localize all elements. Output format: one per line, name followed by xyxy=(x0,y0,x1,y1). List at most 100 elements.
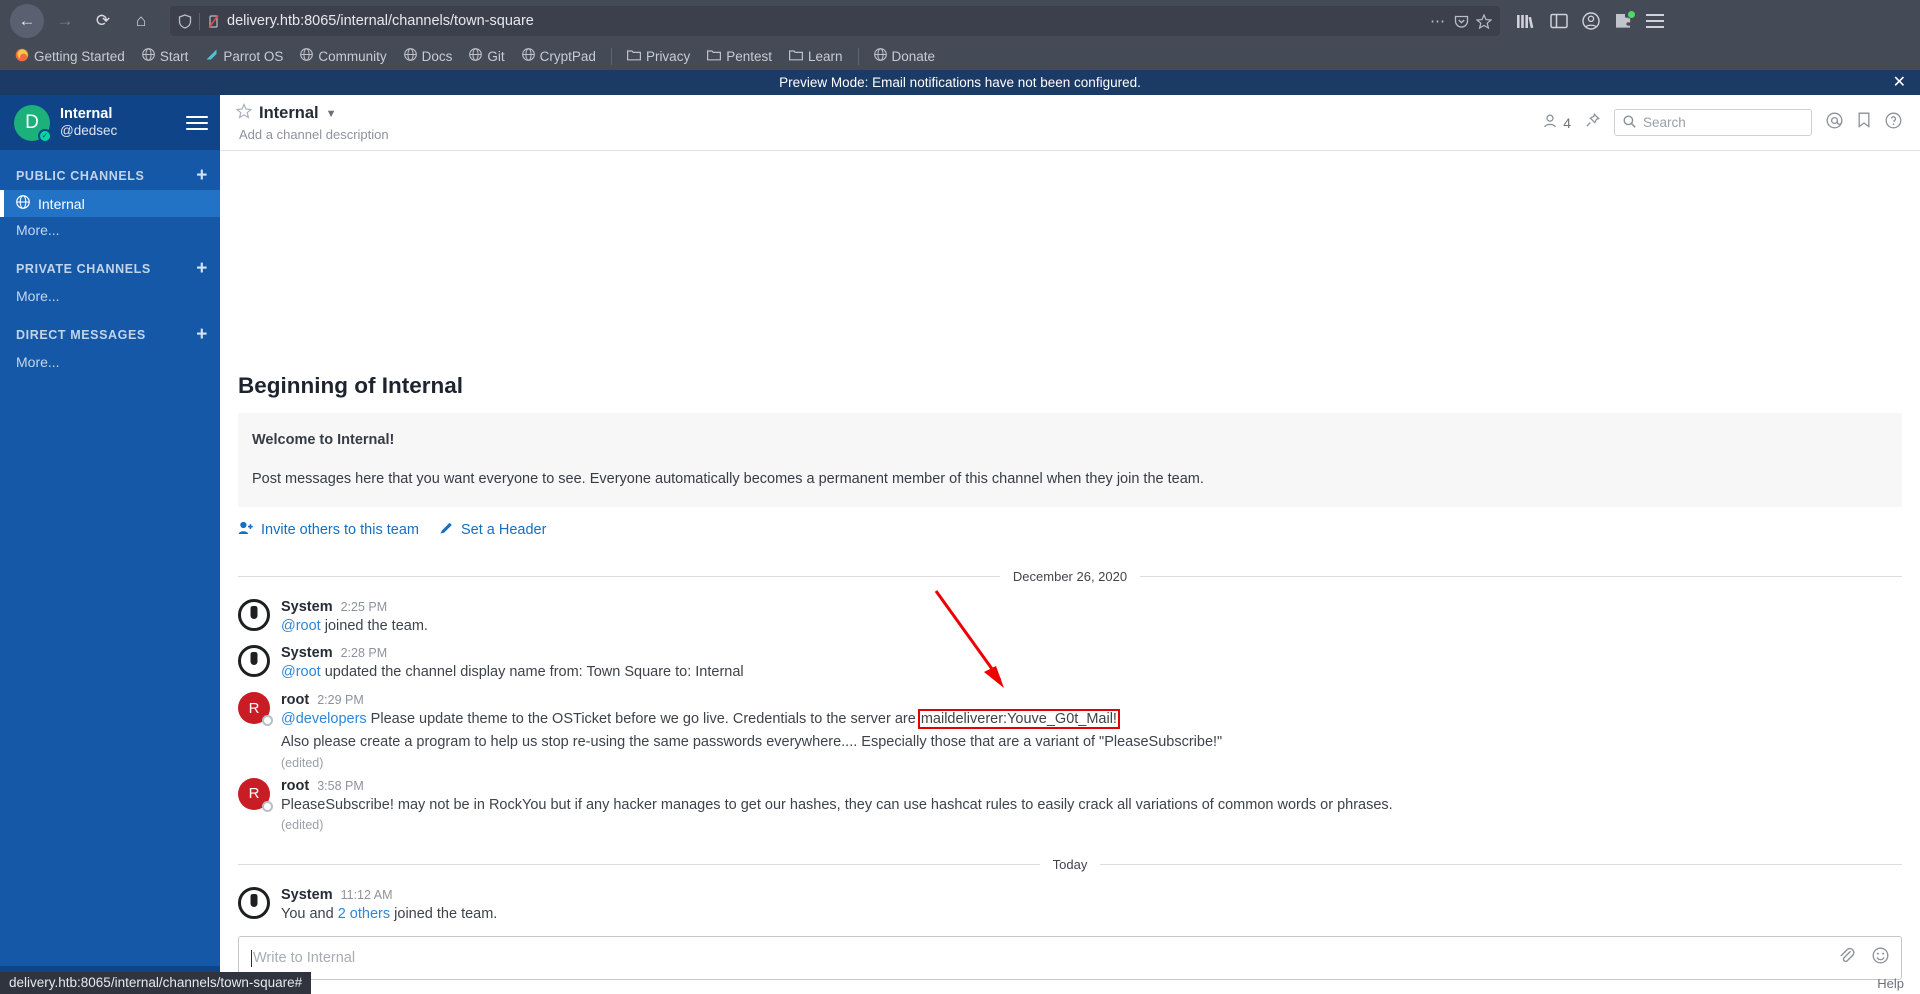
invite-others-button[interactable]: Invite others to this team xyxy=(238,521,419,539)
plus-icon[interactable]: + xyxy=(196,325,208,344)
mattermost-app: D ✓ Internal @dedsec PUBLIC CHANNELS + I… xyxy=(0,95,1920,994)
members-button[interactable]: 4 xyxy=(1542,113,1571,133)
bookmark-git[interactable]: Git xyxy=(462,46,511,66)
username: @dedsec xyxy=(60,123,118,139)
bookmark-label: Start xyxy=(159,48,189,64)
post-list[interactable]: Beginning of Internal Welcome to Interna… xyxy=(220,151,1920,936)
sidebar-item-dm-more[interactable]: More... xyxy=(0,349,220,375)
at-mention-icon[interactable] xyxy=(1826,112,1843,134)
set-header-button[interactable]: Set a Header xyxy=(439,521,546,539)
plus-icon[interactable]: + xyxy=(196,259,208,278)
bookmark-separator xyxy=(610,47,612,65)
hamburger-menu-icon[interactable] xyxy=(1646,14,1664,28)
channel-description[interactable]: Add a channel description xyxy=(239,127,1542,142)
sidebar-icon[interactable] xyxy=(1550,13,1568,29)
post-item[interactable]: R root 3:58 PM PleaseSubscribe! may not … xyxy=(238,773,1902,836)
bookmark-parrot-os[interactable]: Parrot OS xyxy=(198,46,290,66)
post-timestamp: 3:58 PM xyxy=(317,778,364,793)
avatar[interactable]: D ✓ xyxy=(14,104,52,143)
globe-icon xyxy=(469,48,483,64)
post-item[interactable]: System 2:28 PM @root updated the channel… xyxy=(238,640,1902,687)
post-item[interactable]: R root 2:29 PM @developers Please update… xyxy=(238,687,1902,773)
url-text[interactable]: delivery.htb:8065/internal/channels/town… xyxy=(227,13,1423,29)
chevron-down-icon[interactable]: ▼ xyxy=(326,108,337,120)
forward-button[interactable]: → xyxy=(48,4,82,38)
plus-icon[interactable]: + xyxy=(196,166,208,185)
system-avatar-icon xyxy=(238,645,270,678)
browser-chrome: ← → ⟳ ⌂ delivery.htb:8065/internal/chann… xyxy=(0,0,1920,70)
others-link[interactable]: 2 others xyxy=(338,906,390,922)
bookmark-start[interactable]: Start xyxy=(135,46,196,66)
post-text-plain: updated the channel display name from: T… xyxy=(320,664,744,681)
browser-navigation-toolbar: ← → ⟳ ⌂ delivery.htb:8065/internal/chann… xyxy=(0,0,1920,42)
channel-title-row[interactable]: Internal ▼ xyxy=(235,102,1542,124)
bookmark-docs[interactable]: Docs xyxy=(397,46,460,66)
channel-header: Internal ▼ Add a channel description 4 S… xyxy=(220,95,1920,151)
help-link[interactable]: Help xyxy=(1877,976,1904,991)
sidebar-section-private-channels: PRIVATE CHANNELS + xyxy=(0,243,220,283)
account-icon[interactable] xyxy=(1582,12,1600,30)
paperclip-icon[interactable] xyxy=(1838,947,1855,969)
bookmark-label: Community xyxy=(318,48,387,64)
more-dots-icon[interactable]: ⋯ xyxy=(1430,12,1447,30)
search-input[interactable]: Search xyxy=(1614,109,1812,136)
permissions-blocked-icon[interactable] xyxy=(207,14,220,29)
bookmark-label: Learn xyxy=(807,48,843,64)
mention-link[interactable]: @root xyxy=(281,664,321,680)
url-bar[interactable]: delivery.htb:8065/internal/channels/town… xyxy=(170,6,1500,36)
bookmark-folder-privacy[interactable]: Privacy xyxy=(620,47,697,66)
bookmark-folder-learn[interactable]: Learn xyxy=(782,47,850,66)
sidebar-item-private-more[interactable]: More... xyxy=(0,283,220,309)
pin-icon[interactable] xyxy=(1585,113,1600,132)
star-outline-icon[interactable] xyxy=(235,102,253,124)
bookmark-donate[interactable]: Donate xyxy=(867,46,943,66)
divider-line xyxy=(1140,575,1902,577)
page-title: Internal xyxy=(259,104,319,122)
globe-icon xyxy=(403,48,417,64)
search-icon xyxy=(1623,115,1636,131)
post-text-plain: You and xyxy=(281,906,338,923)
bookmark-label: Privacy xyxy=(645,48,691,64)
sidebar-item-public-more[interactable]: More... xyxy=(0,217,220,243)
sidebar-item-internal[interactable]: Internal xyxy=(0,190,220,217)
post-header: root 2:29 PM xyxy=(281,692,1902,708)
post-item[interactable]: System 11:12 AM You and 2 others joined … xyxy=(238,882,1902,936)
urlbar-divider xyxy=(199,12,200,30)
shield-icon[interactable] xyxy=(178,13,192,29)
bookmark-folder-pentest[interactable]: Pentest xyxy=(700,47,779,66)
close-icon[interactable]: ✕ xyxy=(1893,74,1906,91)
post-timestamp: 2:25 PM xyxy=(340,599,388,614)
hamburger-menu-icon[interactable] xyxy=(186,115,208,130)
emoji-smiley-icon[interactable] xyxy=(1872,947,1889,969)
mention-link[interactable]: @developers xyxy=(281,711,367,727)
extensions-icon[interactable] xyxy=(1614,11,1635,30)
globe-icon xyxy=(141,48,155,64)
post-body: System 2:28 PM @root updated the channel… xyxy=(281,645,1902,684)
globe-icon xyxy=(300,48,314,64)
help-circle-icon[interactable] xyxy=(1885,112,1902,134)
browser-toolbar-right xyxy=(1516,11,1676,30)
main-content: Internal ▼ Add a channel description 4 S… xyxy=(220,95,1920,994)
message-input[interactable]: Write to Internal xyxy=(238,936,1902,980)
bookmark-getting-started[interactable]: Getting Started xyxy=(8,46,132,67)
post-author: root xyxy=(281,692,310,708)
mention-link[interactable]: @root xyxy=(281,618,321,634)
channel-header-left: Internal ▼ Add a channel description xyxy=(235,102,1542,142)
back-button[interactable]: ← xyxy=(10,4,44,38)
pocket-icon[interactable] xyxy=(1454,14,1469,29)
bookmark-cryptpad[interactable]: CryptPad xyxy=(515,46,603,66)
library-icon[interactable] xyxy=(1516,13,1536,30)
bookmark-community[interactable]: Community xyxy=(293,46,393,66)
sidebar-section-public-channels: PUBLIC CHANNELS + xyxy=(0,150,220,190)
post-item[interactable]: System 2:25 PM @root joined the team. xyxy=(238,594,1902,641)
saved-posts-icon[interactable] xyxy=(1857,112,1871,133)
section-title: DIRECT MESSAGES xyxy=(16,327,146,342)
home-button[interactable]: ⌂ xyxy=(124,4,158,38)
star-icon[interactable] xyxy=(1476,13,1492,29)
team-header[interactable]: D ✓ Internal @dedsec xyxy=(0,95,220,150)
preview-banner-text: Preview Mode: Email notifications have n… xyxy=(779,75,1141,90)
date-separator: Today xyxy=(238,857,1903,872)
set-header-label: Set a Header xyxy=(460,521,547,538)
divider-line xyxy=(238,575,1000,577)
reload-button[interactable]: ⟳ xyxy=(86,4,120,38)
